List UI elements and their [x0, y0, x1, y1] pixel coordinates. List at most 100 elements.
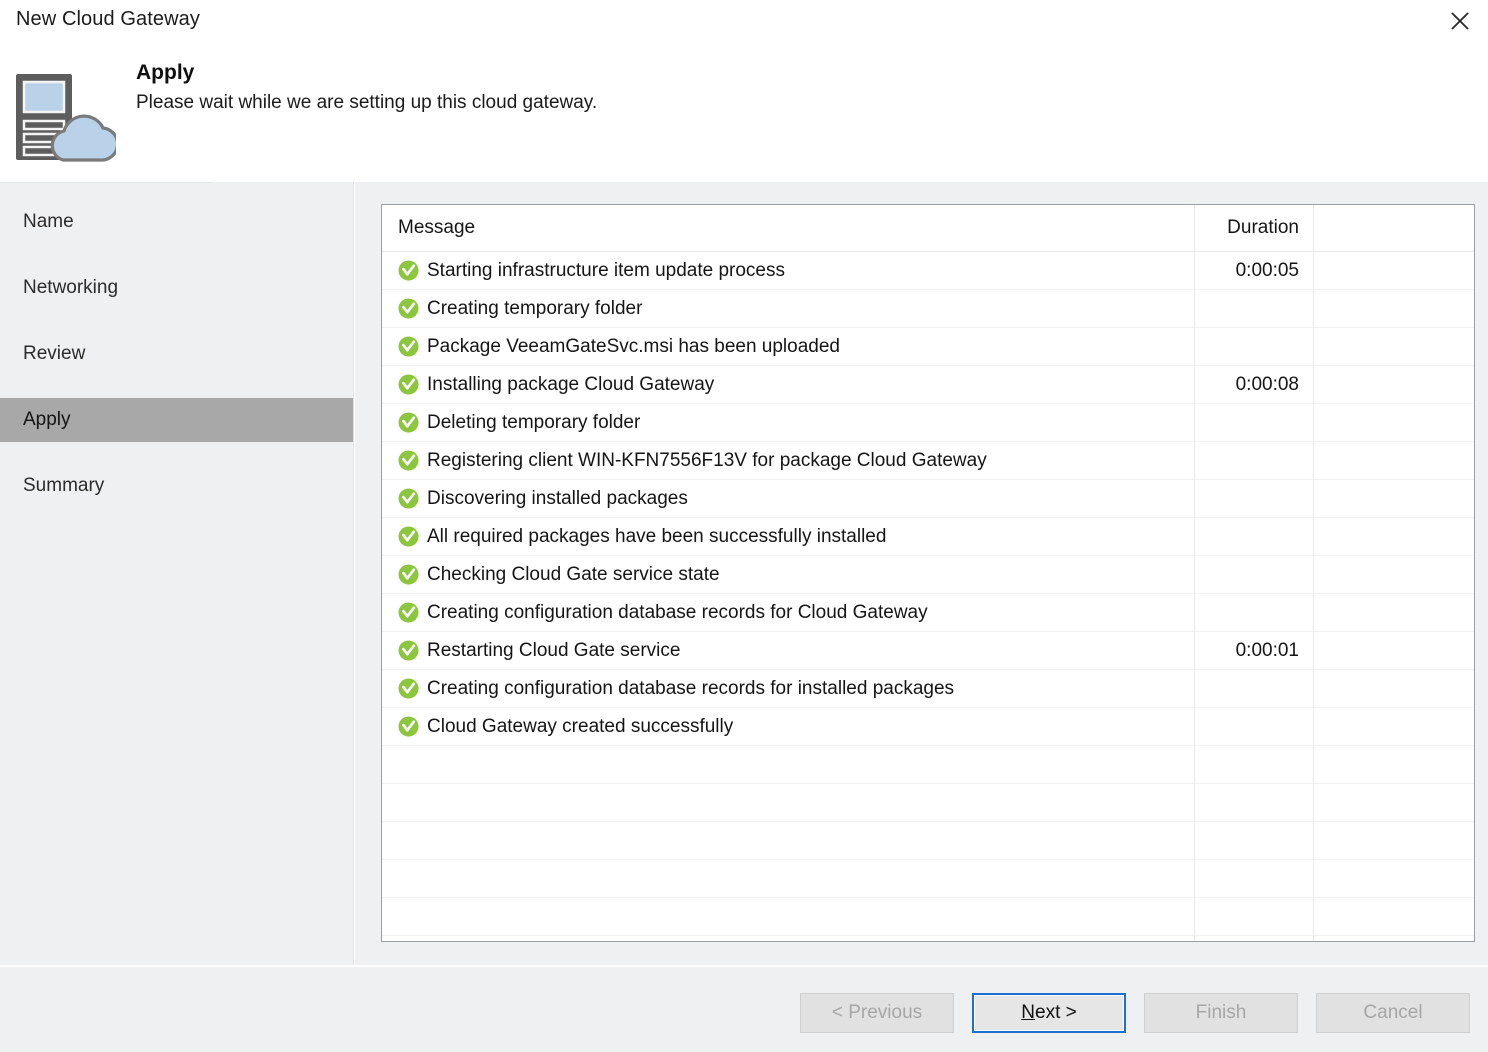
success-check-icon	[398, 298, 419, 319]
message-cell: Creating temporary folder	[382, 290, 1194, 327]
table-row[interactable]: Deleting temporary folder	[382, 404, 1474, 442]
duration-cell	[1195, 404, 1313, 441]
row-message-text: Creating configuration database records …	[427, 677, 955, 699]
message-cell: Creating configuration database records …	[382, 670, 1194, 707]
table-row[interactable]: Starting infrastructure item update proc…	[382, 252, 1474, 290]
row-message-text: Package VeeamGateSvc.msi has been upload…	[427, 335, 840, 357]
message-cell: Restarting Cloud Gate service	[382, 632, 1194, 669]
duration-cell	[1195, 480, 1313, 517]
duration-cell	[1195, 518, 1313, 555]
row-message-text: Checking Cloud Gate service state	[427, 563, 720, 585]
sidebar-item-networking[interactable]: Networking	[0, 266, 353, 310]
extra-cell	[1314, 404, 1474, 441]
table-row[interactable]: Checking Cloud Gate service state	[382, 556, 1474, 594]
success-check-icon	[398, 678, 419, 699]
table-row[interactable]: Cloud Gateway created successfully	[382, 708, 1474, 746]
row-duration-text: 0:00:01	[1235, 639, 1299, 661]
row-message-text: Installing package Cloud Gateway	[427, 373, 715, 395]
duration-cell	[1195, 708, 1313, 745]
sidebar-top-rule	[0, 182, 212, 183]
table-row[interactable]: Creating configuration database records …	[382, 594, 1474, 632]
sidebar-item-summary[interactable]: Summary	[0, 464, 353, 508]
extra-cell	[1314, 632, 1474, 669]
table-row[interactable]: Package VeeamGateSvc.msi has been upload…	[382, 328, 1474, 366]
progress-log-grid[interactable]: Message Duration Starting infrastructure i…	[381, 204, 1475, 942]
new-cloud-gateway-wizard: New Cloud Gateway Apply Please wait whil…	[0, 0, 1488, 1052]
duration-cell	[1195, 784, 1313, 821]
column-header-duration[interactable]: Duration	[1227, 217, 1299, 239]
page-title: Apply	[136, 61, 195, 84]
duration-cell	[1195, 442, 1313, 479]
extra-cell	[1314, 556, 1474, 593]
next-button-rest: ext >	[1035, 1002, 1077, 1023]
sidebar-item-apply[interactable]: Apply	[0, 398, 353, 442]
table-row-empty	[382, 860, 1474, 898]
previous-button[interactable]: < Previous	[800, 993, 954, 1033]
extra-cell	[1314, 366, 1474, 403]
success-check-icon	[398, 602, 419, 623]
extra-cell	[1314, 290, 1474, 327]
cancel-button[interactable]: Cancel	[1316, 993, 1470, 1033]
finish-button[interactable]: Finish	[1144, 993, 1298, 1033]
header-text-block: Apply Please wait while we are setting u…	[136, 60, 597, 115]
success-check-icon	[398, 374, 419, 395]
message-cell: Message	[382, 205, 1194, 251]
wizard-content: Message Duration Starting infrastructure i…	[355, 182, 1488, 965]
success-check-icon	[398, 336, 419, 357]
success-check-icon	[398, 716, 419, 737]
sidebar-item-label: Review	[23, 343, 86, 364]
table-row-empty	[382, 898, 1474, 936]
sidebar-item-label: Apply	[23, 409, 71, 430]
duration-cell	[1195, 746, 1313, 783]
sidebar-item-name[interactable]: Name	[0, 200, 353, 244]
close-icon[interactable]	[1432, 0, 1488, 42]
table-row[interactable]: Creating configuration database records …	[382, 670, 1474, 708]
extra-cell	[1314, 898, 1474, 935]
close-glyph	[1451, 12, 1469, 30]
message-cell: Creating configuration database records …	[382, 594, 1194, 631]
message-cell: Installing package Cloud Gateway	[382, 366, 1194, 403]
row-message-text: Registering client WIN-KFN7556F13V for p…	[427, 449, 987, 471]
success-check-icon	[398, 260, 419, 281]
duration-cell: 0:00:05	[1195, 252, 1313, 289]
wizard-header: Apply Please wait while we are setting u…	[0, 42, 1488, 182]
sidebar-item-label: Networking	[23, 277, 119, 298]
extra-cell	[1314, 442, 1474, 479]
next-button[interactable]: Next >	[972, 993, 1126, 1033]
table-row[interactable]: Restarting Cloud Gate service 0:00:01	[382, 632, 1474, 670]
extra-cell	[1314, 746, 1474, 783]
message-cell: Deleting temporary folder	[382, 404, 1194, 441]
extra-cell	[1314, 822, 1474, 859]
table-row[interactable]: Discovering installed packages	[382, 480, 1474, 518]
duration-cell	[1195, 670, 1313, 707]
message-cell	[382, 746, 1194, 783]
message-cell: Discovering installed packages	[382, 480, 1194, 517]
extra-cell	[1314, 480, 1474, 517]
row-message-text: Deleting temporary folder	[427, 411, 641, 433]
table-row[interactable]: Installing package Cloud Gateway 0:00:08	[382, 366, 1474, 404]
success-check-icon	[398, 640, 419, 661]
row-message-text: Creating configuration database records …	[427, 601, 928, 623]
table-row-empty	[382, 822, 1474, 860]
message-cell	[382, 784, 1194, 821]
column-header-message[interactable]: Message	[398, 217, 475, 239]
table-row[interactable]: Creating temporary folder	[382, 290, 1474, 328]
row-message-text: Restarting Cloud Gate service	[427, 639, 681, 661]
table-row-empty	[382, 746, 1474, 784]
duration-cell	[1195, 290, 1313, 327]
table-row[interactable]: All required packages have been successf…	[382, 518, 1474, 556]
duration-cell	[1195, 594, 1313, 631]
duration-cell	[1195, 328, 1313, 365]
table-row[interactable]: Registering client WIN-KFN7556F13V for p…	[382, 442, 1474, 480]
sidebar-item-label: Name	[23, 211, 74, 232]
row-message-text: Starting infrastructure item update proc…	[427, 259, 786, 281]
extra-cell	[1314, 328, 1474, 365]
cloud-gateway-icon	[8, 68, 120, 168]
extra-cell	[1314, 708, 1474, 745]
success-check-icon	[398, 488, 419, 509]
row-message-text: Discovering installed packages	[427, 487, 688, 509]
sidebar-item-review[interactable]: Review	[0, 332, 353, 376]
grid-header-row: Message Duration	[382, 205, 1474, 252]
extra-cell	[1314, 594, 1474, 631]
message-cell: Cloud Gateway created successfully	[382, 708, 1194, 745]
